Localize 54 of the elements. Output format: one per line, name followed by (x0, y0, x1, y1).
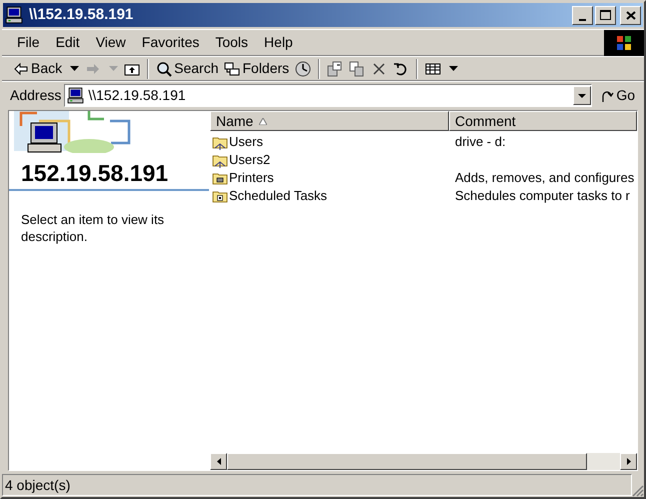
menu-item[interactable]: Help (257, 32, 300, 53)
file-name[interactable]: Printers (229, 168, 274, 188)
column-header[interactable]: Name (210, 111, 449, 131)
dropdown-caret-icon (449, 66, 458, 71)
computer-name-heading: 152.19.58.191 (20, 159, 170, 187)
computer-icon (5, 6, 23, 24)
computer-icon (67, 87, 84, 104)
undo-icon (393, 60, 410, 76)
dropdown-button[interactable] (573, 86, 592, 105)
description-text: Select an item to view its description. (20, 211, 166, 245)
resize-grip-icon (632, 485, 644, 497)
search-button[interactable]: Search (153, 58, 222, 80)
dropdown-caret-icon (578, 94, 586, 98)
address-field[interactable]: \\152.19.58.191 (64, 84, 592, 107)
minimize-button[interactable] (572, 6, 593, 24)
folders-button[interactable]: Folders (221, 58, 292, 80)
column-header[interactable]: Comment (449, 111, 637, 131)
move-to-icon (327, 60, 344, 76)
copy-to-icon (349, 60, 366, 76)
delete-icon (371, 60, 388, 76)
file-name[interactable]: Users2 (229, 150, 270, 170)
windows-flag-icon (616, 34, 632, 50)
horizontal-scrollbar[interactable] (210, 453, 637, 470)
history-clock-icon (295, 60, 312, 76)
scroll-thumb[interactable] (227, 453, 587, 470)
close-button[interactable] (620, 6, 641, 24)
dropdown-caret-icon (109, 66, 118, 71)
status-bar: 4 object(s) (2, 474, 632, 496)
search-icon (156, 60, 172, 76)
comment-cell-text: Adds, removes, and configures (454, 169, 634, 188)
folders-icon (224, 60, 240, 76)
views-grid-icon (425, 60, 442, 76)
comment-cell-text: Schedules computer tasks to r (454, 187, 630, 206)
close-icon (626, 10, 636, 20)
back-arrow-icon (13, 60, 29, 76)
file-name[interactable]: Users (229, 132, 263, 152)
go-arrow-icon (600, 88, 614, 102)
menu-item[interactable]: File (10, 32, 47, 53)
address-label: Address (10, 86, 62, 105)
back-button[interactable]: Back (10, 58, 82, 80)
scroll-left-button[interactable] (210, 453, 227, 470)
comment-cell-text: drive - d: (454, 133, 506, 152)
maximize-button[interactable] (595, 6, 616, 24)
right-arrow-icon (626, 458, 630, 465)
dropdown-caret-icon (70, 66, 80, 71)
go-button[interactable]: Go (595, 84, 640, 106)
menu-item[interactable]: Tools (208, 32, 256, 53)
left-arrow-icon (216, 458, 220, 465)
file-name[interactable]: Scheduled Tasks (229, 186, 328, 206)
menu-item[interactable]: Favorites (134, 32, 206, 53)
scroll-right-button[interactable] (620, 453, 637, 470)
window-title: \\152.19.58.191 (29, 4, 134, 25)
menu-item[interactable]: Edit (48, 32, 87, 53)
menu-item[interactable]: View (88, 32, 133, 53)
